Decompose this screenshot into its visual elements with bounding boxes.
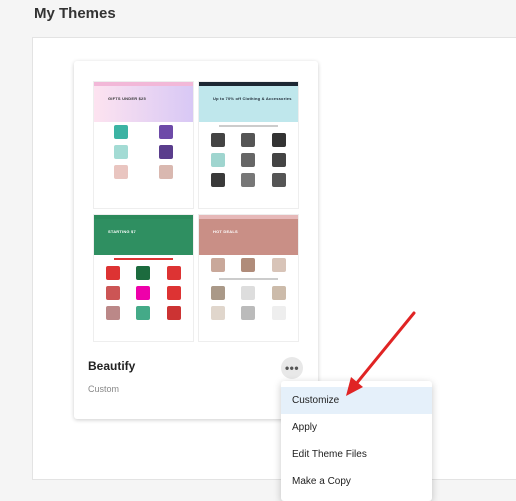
theme-preview-grid[interactable]: GIFTS UNDER $25 Up to 70% off Clothing &… (93, 81, 299, 343)
theme-preview-4: HOT DEALS (198, 214, 299, 342)
menu-item-make-a-copy[interactable]: Make a Copy (281, 468, 432, 495)
theme-name: Beautify (88, 359, 136, 373)
theme-card[interactable]: GIFTS UNDER $25 Up to 70% off Clothing &… (74, 61, 318, 419)
menu-item-edit-theme-files[interactable]: Edit Theme Files (281, 441, 432, 468)
page-title: My Themes (34, 5, 116, 22)
menu-item-customize[interactable]: Customize (281, 387, 432, 414)
preview-headline: HOT DEALS (213, 229, 238, 234)
more-horizontal-icon: ••• (284, 361, 300, 375)
preview-headline: STARTING $7 (108, 229, 136, 234)
theme-actions-menu: Customize Apply Edit Theme Files Make a … (281, 381, 432, 501)
theme-preview-2: Up to 70% off Clothing & Accessories (198, 81, 299, 209)
page: My Themes GIFTS UNDER $25 Up to 70% off … (0, 0, 516, 501)
theme-preview-1: GIFTS UNDER $25 (93, 81, 194, 209)
more-options-button[interactable]: ••• (281, 357, 303, 379)
theme-preview-3: STARTING $7 (93, 214, 194, 342)
menu-item-apply[interactable]: Apply (281, 414, 432, 441)
preview-headline: Up to 70% off Clothing & Accessories (213, 96, 292, 101)
preview-headline: GIFTS UNDER $25 (108, 96, 146, 101)
theme-type-label: Custom (88, 384, 120, 394)
